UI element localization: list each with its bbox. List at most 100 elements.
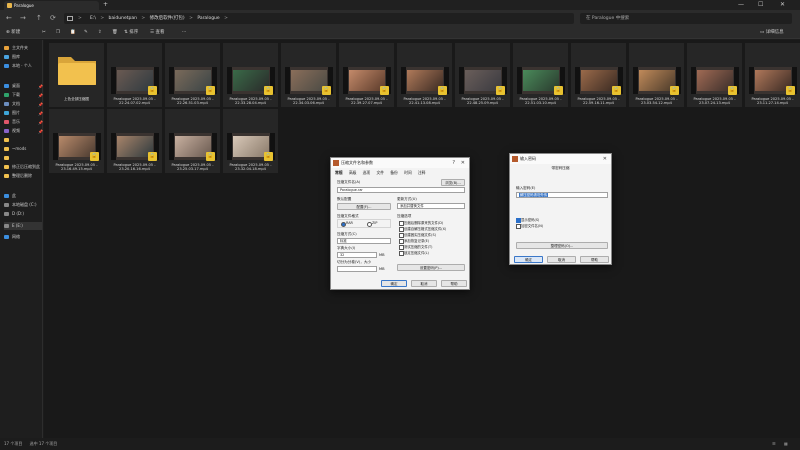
delete-after-checkbox[interactable]: 压缩后删除原来的文件(D) <box>399 220 443 226</box>
dialog-close-button[interactable]: ✕ <box>461 158 465 168</box>
recovery-record-checkbox[interactable]: 添加恢复记录(E) <box>399 238 429 244</box>
window-tab[interactable]: Paralogue <box>4 1 99 10</box>
split-volume-input[interactable] <box>337 266 377 272</box>
copy-icon[interactable]: ❐ <box>56 29 60 37</box>
tab-files[interactable]: 文件 <box>376 170 384 175</box>
video-file-tile[interactable]: 🔒 Paralogue 2025.09.05 - 22.51.03.10.mp4 <box>513 43 568 107</box>
sidebar-item-drive-c[interactable]: 本地磁盘 (C:) <box>4 201 37 209</box>
rename-icon[interactable]: ✎ <box>84 29 88 37</box>
video-file-tile[interactable]: 🔒 Paralogue 2025.09.05 - 22.39.27.07.mp4 <box>339 43 394 107</box>
sidebar-item-music[interactable]: 音乐 <box>4 118 20 126</box>
video-file-tile[interactable]: 🔒 Paralogue 2025.09.05 - 23.07.24.13.mp4 <box>687 43 742 107</box>
sidebar-item-compress-folder[interactable]: 修正后压缩到此 <box>4 163 40 171</box>
sidebar-item-drive-d[interactable]: D (D:) <box>4 210 24 218</box>
video-file-tile[interactable]: 🔒 Paralogue 2025.09.05 - 23.11.27.14.mp4 <box>745 43 800 107</box>
encrypt-filenames-checkbox[interactable]: 加密文件名(N) <box>516 223 543 229</box>
sidebar-item-cleanup-folder[interactable]: 整理后删除 <box>4 172 32 180</box>
video-file-tile[interactable]: 🔒 Paralogue 2025.09.05 - 22.41.13.08.mp4 <box>397 43 452 107</box>
lock-archive-checkbox[interactable]: 锁定压缩文件(L) <box>399 250 429 256</box>
sidebar-item-downloads[interactable]: 下载 <box>4 91 20 99</box>
sidebar-item-network[interactable]: 网络 <box>4 233 20 241</box>
cut-icon[interactable]: ✂ <box>42 29 46 37</box>
tab-options[interactable]: 选项 <box>363 170 371 175</box>
method-select[interactable]: 标准 <box>337 238 391 244</box>
set-password-button[interactable]: 设置密码(P)... <box>397 264 465 271</box>
sfx-checkbox[interactable]: 创建自解压格式压缩文件(X) <box>399 226 446 232</box>
show-password-checkbox[interactable]: 显示密码(S) <box>516 217 539 223</box>
test-archive-checkbox[interactable]: 测试压缩的文件(T) <box>399 244 432 250</box>
share-icon[interactable]: ⇪ <box>98 29 102 37</box>
profile-button[interactable]: 配置(F)... <box>337 203 391 210</box>
more-button[interactable]: ··· <box>182 29 186 37</box>
new-button[interactable]: ⊕ 新建 <box>6 29 20 37</box>
sidebar-item-mods[interactable]: ~mods <box>4 145 26 153</box>
tab-time[interactable]: 时间 <box>404 170 412 175</box>
organize-passwords-button[interactable]: 整理密码(O)... <box>516 242 608 249</box>
browse-button[interactable]: 浏览(B)... <box>441 179 465 186</box>
tab-general[interactable]: 常规 <box>335 170 343 175</box>
video-file-tile[interactable]: 🔒 Paralogue 2025.09.05 - 22.26.51.03.mp4 <box>165 43 220 107</box>
video-file-tile[interactable]: 🔒 Paralogue 2025.09.05 - 23.16.49.15.mp4 <box>49 109 104 173</box>
video-file-tile[interactable]: 🔒 Paralogue 2025.09.05 - 23.32.04.18.mp4 <box>223 109 278 173</box>
video-file-tile[interactable]: 🔒 Paralogue 2025.09.05 - 23.20.16.16.mp4 <box>107 109 162 173</box>
sidebar-item-pictures[interactable]: 图片 <box>4 109 20 117</box>
video-file-tile[interactable]: 🔒 Paralogue 2025.09.05 - 22.34.03.06.mp4 <box>281 43 336 107</box>
cancel-button[interactable]: 取消 <box>547 256 576 263</box>
video-file-tile[interactable]: 🔒 Paralogue 2025.09.05 - 22.33.28.04.mp4 <box>223 43 278 107</box>
help-button[interactable]: 帮助 <box>580 256 609 263</box>
format-zip-radio[interactable]: ZIP <box>367 221 377 227</box>
minimize-button[interactable]: — <box>738 0 744 10</box>
update-mode-select[interactable]: 添加并替换文件 <box>397 203 465 209</box>
ok-button[interactable]: 确定 <box>381 280 407 287</box>
video-file-tile[interactable]: 🔒 Paralogue 2025.09.05 - 23.25.03.17.mp4 <box>165 109 220 173</box>
tab-comment[interactable]: 注释 <box>418 170 426 175</box>
view-button[interactable]: ☰ 查看 <box>150 29 164 37</box>
sidebar-item-gallery[interactable]: 图库 <box>4 53 20 61</box>
close-button[interactable]: ✕ <box>780 0 785 10</box>
archive-name-input[interactable]: Paralogue.rar <box>337 187 465 193</box>
sidebar-item-this-pc[interactable]: 此 <box>4 192 16 200</box>
maximize-button[interactable]: ☐ <box>758 0 763 10</box>
folder-tile[interactable]: 上色全部压缩图 <box>49 43 104 107</box>
help-icon[interactable]: ? <box>452 158 455 168</box>
up-button[interactable]: ↑ <box>36 14 42 22</box>
back-button[interactable]: ← <box>6 14 12 22</box>
sidebar-item-folder-3[interactable] <box>4 154 12 162</box>
video-file-tile[interactable]: 🔒 Paralogue 2025.09.05 - 22.59.16.11.mp4 <box>571 43 626 107</box>
dialog-close-button[interactable]: ✕ <box>603 154 607 164</box>
search-input[interactable]: 在 Paralogue 中搜索 <box>580 13 792 24</box>
details-button[interactable]: ▭ 详细信息 <box>760 29 784 37</box>
sidebar-item-folder-1[interactable] <box>4 136 12 144</box>
tab-backup[interactable]: 备份 <box>390 170 398 175</box>
details-view-icon[interactable]: ☰ <box>772 438 776 450</box>
sort-button[interactable]: ⇅ 排序 <box>124 29 138 37</box>
sidebar-item-drive-e[interactable]: E (E:) <box>4 222 42 230</box>
refresh-button[interactable]: ⟳ <box>50 14 56 22</box>
tiles-view-icon[interactable]: ▦ <box>784 438 788 450</box>
sidebar-item-desktop[interactable]: 桌面 <box>4 82 20 90</box>
cancel-button[interactable]: 取消 <box>411 280 437 287</box>
ok-button[interactable]: 确定 <box>514 256 543 263</box>
video-file-tile[interactable]: 🔒 Paralogue 2025.09.05 - 22.24.07.02.mp4 <box>107 43 162 107</box>
breadcrumb-drive[interactable]: E:\ <box>90 16 96 21</box>
format-rar-radio[interactable]: RAR <box>341 221 353 227</box>
paste-icon[interactable]: 📋 <box>70 29 76 37</box>
password-input[interactable]: 解压密码请勿外传 <box>516 192 608 198</box>
breadcrumb-baidunetpan[interactable]: baidunetpan <box>109 16 137 21</box>
video-file-tile[interactable]: 🔒 Paralogue 2025.09.05 - 23.03.54.12.mp4 <box>629 43 684 107</box>
forward-button[interactable]: → <box>20 14 26 22</box>
breadcrumb-paralogue[interactable]: Paralogue <box>197 16 219 21</box>
sidebar-item-home[interactable]: 主文件夹 <box>4 44 28 52</box>
sidebar-item-onedrive[interactable]: 本地 · 个人 <box>4 62 32 70</box>
delete-icon[interactable]: 🗑 <box>112 29 118 37</box>
address-bar[interactable]: > E:\ > baidunetpan > 修改后软件(打包) > Paralo… <box>64 13 574 24</box>
help-button[interactable]: 帮助 <box>441 280 467 287</box>
new-tab-button[interactable]: + <box>103 1 108 8</box>
video-file-tile[interactable]: 🔒 Paralogue 2025.09.05 - 22.48.25.09.mp4 <box>455 43 510 107</box>
sidebar-item-videos[interactable]: 视频 <box>4 127 20 135</box>
tab-advanced[interactable]: 高级 <box>349 170 357 175</box>
solid-checkbox[interactable]: 创建固实压缩文件(S) <box>399 232 436 238</box>
dictionary-select[interactable]: 32 <box>337 252 377 258</box>
breadcrumb-packed[interactable]: 修改后软件(打包) <box>150 16 185 21</box>
sidebar-item-documents[interactable]: 文档 <box>4 100 20 108</box>
